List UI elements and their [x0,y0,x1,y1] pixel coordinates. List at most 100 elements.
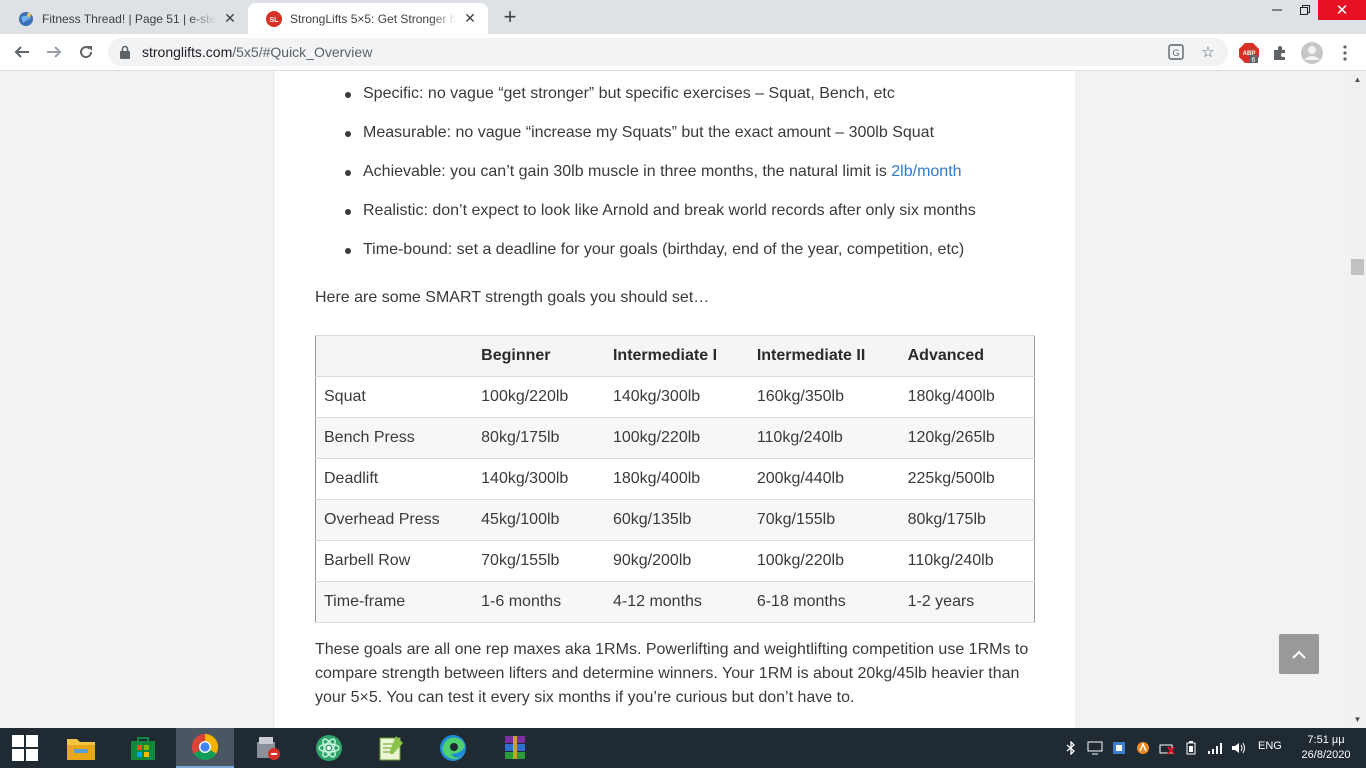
list-item: Measurable: no vague “increase my Squats… [315,124,1035,163]
list-item: Achievable: you can’t gain 30lb muscle i… [315,163,1035,202]
svg-text:G: G [1172,48,1179,58]
table-header-row: Beginner Intermediate I Intermediate II … [315,335,1035,377]
stronglifts-favicon-icon: SL [266,10,282,27]
close-tab-icon[interactable]: ✕ [222,10,238,27]
close-window-button[interactable]: ✕ [1318,0,1366,20]
scroll-to-top-button[interactable] [1279,634,1319,674]
tab-fitness-thread[interactable]: Fitness Thread! | Page 51 | e-steki.gr ✕ [0,3,248,34]
table-row: Barbell Row 70kg/155lb 90kg/200lb 100kg/… [315,540,1035,582]
reload-icon[interactable] [74,40,98,64]
extensions-puzzle-icon[interactable] [1269,42,1291,64]
column-header: Advanced [899,335,1035,377]
list-item: Specific: no vague “get stronger” but sp… [315,85,1035,124]
notepad-plus-icon[interactable] [362,728,420,768]
bookmark-star-icon[interactable]: ☆ [1198,42,1218,62]
avast-icon[interactable] [1134,740,1152,756]
profile-avatar-icon[interactable] [1301,42,1323,64]
strength-goals-table: Beginner Intermediate I Intermediate II … [315,335,1035,623]
table-cell: 45kg/100lb [473,499,605,541]
back-arrow-icon[interactable] [10,40,34,64]
table-row: Squat 100kg/220lb 140kg/300lb 160kg/350l… [315,376,1035,418]
close-tab-icon[interactable]: ✕ [462,10,478,27]
url-path: /5x5/#Quick_Overview [232,44,373,60]
wifi-signal-icon[interactable] [1206,740,1224,756]
column-header [315,335,474,377]
table-cell: 100kg/220lb [473,376,605,418]
table-row: Time-frame 1-6 months 4-12 months 6-18 m… [315,581,1035,623]
new-tab-button[interactable]: + [498,6,522,30]
bluetooth-icon[interactable] [1064,740,1078,756]
column-header: Beginner [473,335,605,377]
table-cell: 100kg/220lb [604,417,749,459]
tab-title: StrongLifts 5×5: Get Stronger by Lifting [290,11,456,26]
table-cell: Squat [315,376,474,418]
adblock-icon[interactable]: ABP 6 [1238,42,1260,64]
address-bar[interactable]: stronglifts.com/5x5/#Quick_Overview G ☆ [108,38,1228,66]
table-cell: 110kg/240lb [899,540,1035,582]
table-cell: 140kg/300lb [473,458,605,500]
table-cell: Bench Press [315,417,474,459]
url-text: stronglifts.com/5x5/#Quick_Overview [142,44,372,60]
intro-paragraph: Here are some SMART strength goals you s… [315,289,710,306]
lock-icon[interactable] [120,45,130,59]
printer-error-icon[interactable] [1158,740,1176,756]
system-clock[interactable]: 7:51 μμ 26/8/2020 [1296,733,1356,763]
installer-app-icon[interactable] [238,728,296,768]
file-explorer-icon[interactable] [52,728,110,768]
scroll-down-arrow-icon[interactable]: ▼ [1349,711,1366,728]
forward-arrow-icon[interactable] [42,40,66,64]
column-header: Intermediate II [748,335,900,377]
tab-title: Fitness Thread! | Page 51 | e-steki.gr [42,11,216,26]
table-cell: 70kg/155lb [473,540,605,582]
table-cell: Deadlift [315,458,474,500]
clock-time: 7:51 μμ [1307,734,1345,746]
column-header: Intermediate I [604,335,749,377]
edge-icon[interactable] [424,728,482,768]
atom-editor-icon[interactable] [300,728,358,768]
table-cell: 70kg/155lb [748,499,900,541]
table-cell: 6-18 months [748,581,900,623]
table-cell: 80kg/175lb [899,499,1035,541]
table-cell: 225kg/500lb [899,458,1035,500]
volume-icon[interactable] [1230,740,1248,756]
battery-icon[interactable] [1182,740,1200,756]
scroll-thumb[interactable] [1351,259,1364,275]
svg-text:6: 6 [1252,57,1256,64]
table-cell: Overhead Press [315,499,474,541]
winrar-icon[interactable] [486,728,544,768]
menu-kebab-icon[interactable] [1334,42,1356,64]
windows-start-icon[interactable] [0,728,50,768]
list-item: Time-bound: set a deadline for your goal… [315,241,1035,280]
outro-paragraph: These goals are all one rep maxes aka 1R… [315,641,1029,706]
table-cell: 60kg/135lb [604,499,749,541]
table-cell: 100kg/220lb [748,540,900,582]
table-cell: 110kg/240lb [748,417,900,459]
clock-date: 26/8/2020 [1301,749,1351,761]
chevron-up-icon [1292,650,1306,659]
tab-stronglifts[interactable]: SL StrongLifts 5×5: Get Stronger by Lift… [248,3,488,34]
table-cell: 180kg/400lb [899,376,1035,418]
table-cell: 160kg/350lb [748,376,900,418]
browser-toolbar: stronglifts.com/5x5/#Quick_Overview G ☆ … [0,34,1366,71]
scroll-up-arrow-icon[interactable]: ▲ [1349,71,1366,88]
table-cell: 180kg/400lb [604,458,749,500]
article-content: Specific: no vague “get stronger” but sp… [275,71,1075,728]
list-item: Realistic: don’t expect to look like Arn… [315,202,1035,241]
svg-text:SL: SL [270,17,280,24]
input-language-indicator[interactable]: ENG [1258,740,1282,752]
microsoft-store-icon[interactable] [114,728,172,768]
table-cell: 140kg/300lb [604,376,749,418]
translate-icon[interactable]: G [1166,42,1186,62]
table-cell: Barbell Row [315,540,474,582]
network-app-icon[interactable] [1110,740,1128,756]
page-viewport: Specific: no vague “get stronger” but sp… [0,71,1349,728]
display-icon[interactable] [1086,740,1104,756]
table-cell: 4-12 months [604,581,749,623]
table-cell: 120kg/265lb [899,417,1035,459]
table-cell: 1-6 months [473,581,605,623]
vertical-scrollbar[interactable]: ▲ ▼ [1349,71,1366,728]
2lb-month-link[interactable]: 2lb/month [891,163,961,180]
table-row: Overhead Press 45kg/100lb 60kg/135lb 70k… [315,499,1035,541]
chrome-icon[interactable] [176,728,234,768]
url-domain: stronglifts.com [142,44,233,60]
